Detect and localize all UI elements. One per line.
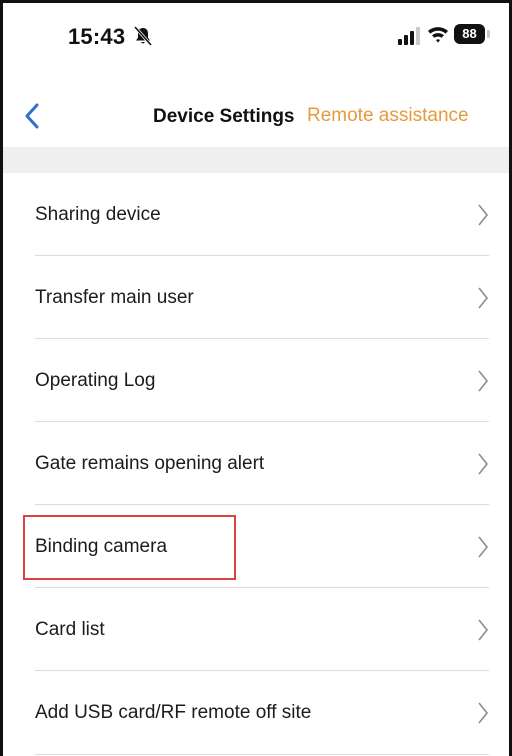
remote-assistance-button[interactable]: Remote assistance (307, 105, 469, 127)
chevron-right-icon (478, 204, 489, 225)
wifi-icon (428, 27, 448, 43)
silenced-bell-icon (133, 26, 153, 46)
chevron-right-icon (478, 536, 489, 557)
chevron-right-icon (478, 453, 489, 474)
settings-item-binding-camera[interactable]: Binding camera (3, 505, 509, 588)
settings-item-add-usb-card[interactable]: Add USB card/RF remote off site (3, 671, 509, 755)
settings-item-label: Gate remains opening alert (35, 452, 265, 474)
settings-item-label: Binding camera (35, 535, 168, 557)
chevron-right-icon (478, 619, 489, 640)
status-bar: 15:43 88 (3, 3, 509, 85)
settings-item-transfer-main-user[interactable]: Transfer main user (3, 256, 509, 339)
settings-item-card-list[interactable]: Card list (3, 588, 509, 671)
navigation-bar: Device Settings Remote assistance (3, 85, 509, 147)
settings-item-gate-opening-alert[interactable]: Gate remains opening alert (3, 422, 509, 505)
settings-item-label: Card list (35, 618, 105, 640)
battery-icon: 88 (454, 24, 485, 44)
settings-item-operating-log[interactable]: Operating Log (3, 339, 509, 422)
settings-item-sharing-device[interactable]: Sharing device (3, 173, 509, 256)
page-title: Device Settings (153, 106, 295, 127)
chevron-right-icon (478, 370, 489, 391)
chevron-right-icon (478, 702, 489, 724)
battery-tip (487, 30, 490, 38)
settings-item-label: Add USB card/RF remote off site (35, 702, 312, 723)
settings-item-label: Operating Log (35, 369, 156, 391)
settings-list: Sharing device Transfer main user Operat… (3, 173, 509, 755)
back-arrow-icon[interactable] (21, 99, 47, 133)
section-separator (3, 147, 509, 173)
settings-item-label: Sharing device (35, 203, 161, 225)
cellular-signal-icon (398, 27, 420, 45)
status-time: 15:43 (68, 24, 126, 49)
divider (35, 754, 489, 755)
settings-item-label: Transfer main user (35, 286, 194, 308)
phone-screen: 15:43 88 Device Settings Remote assistan… (0, 0, 512, 756)
chevron-right-icon (478, 287, 489, 308)
